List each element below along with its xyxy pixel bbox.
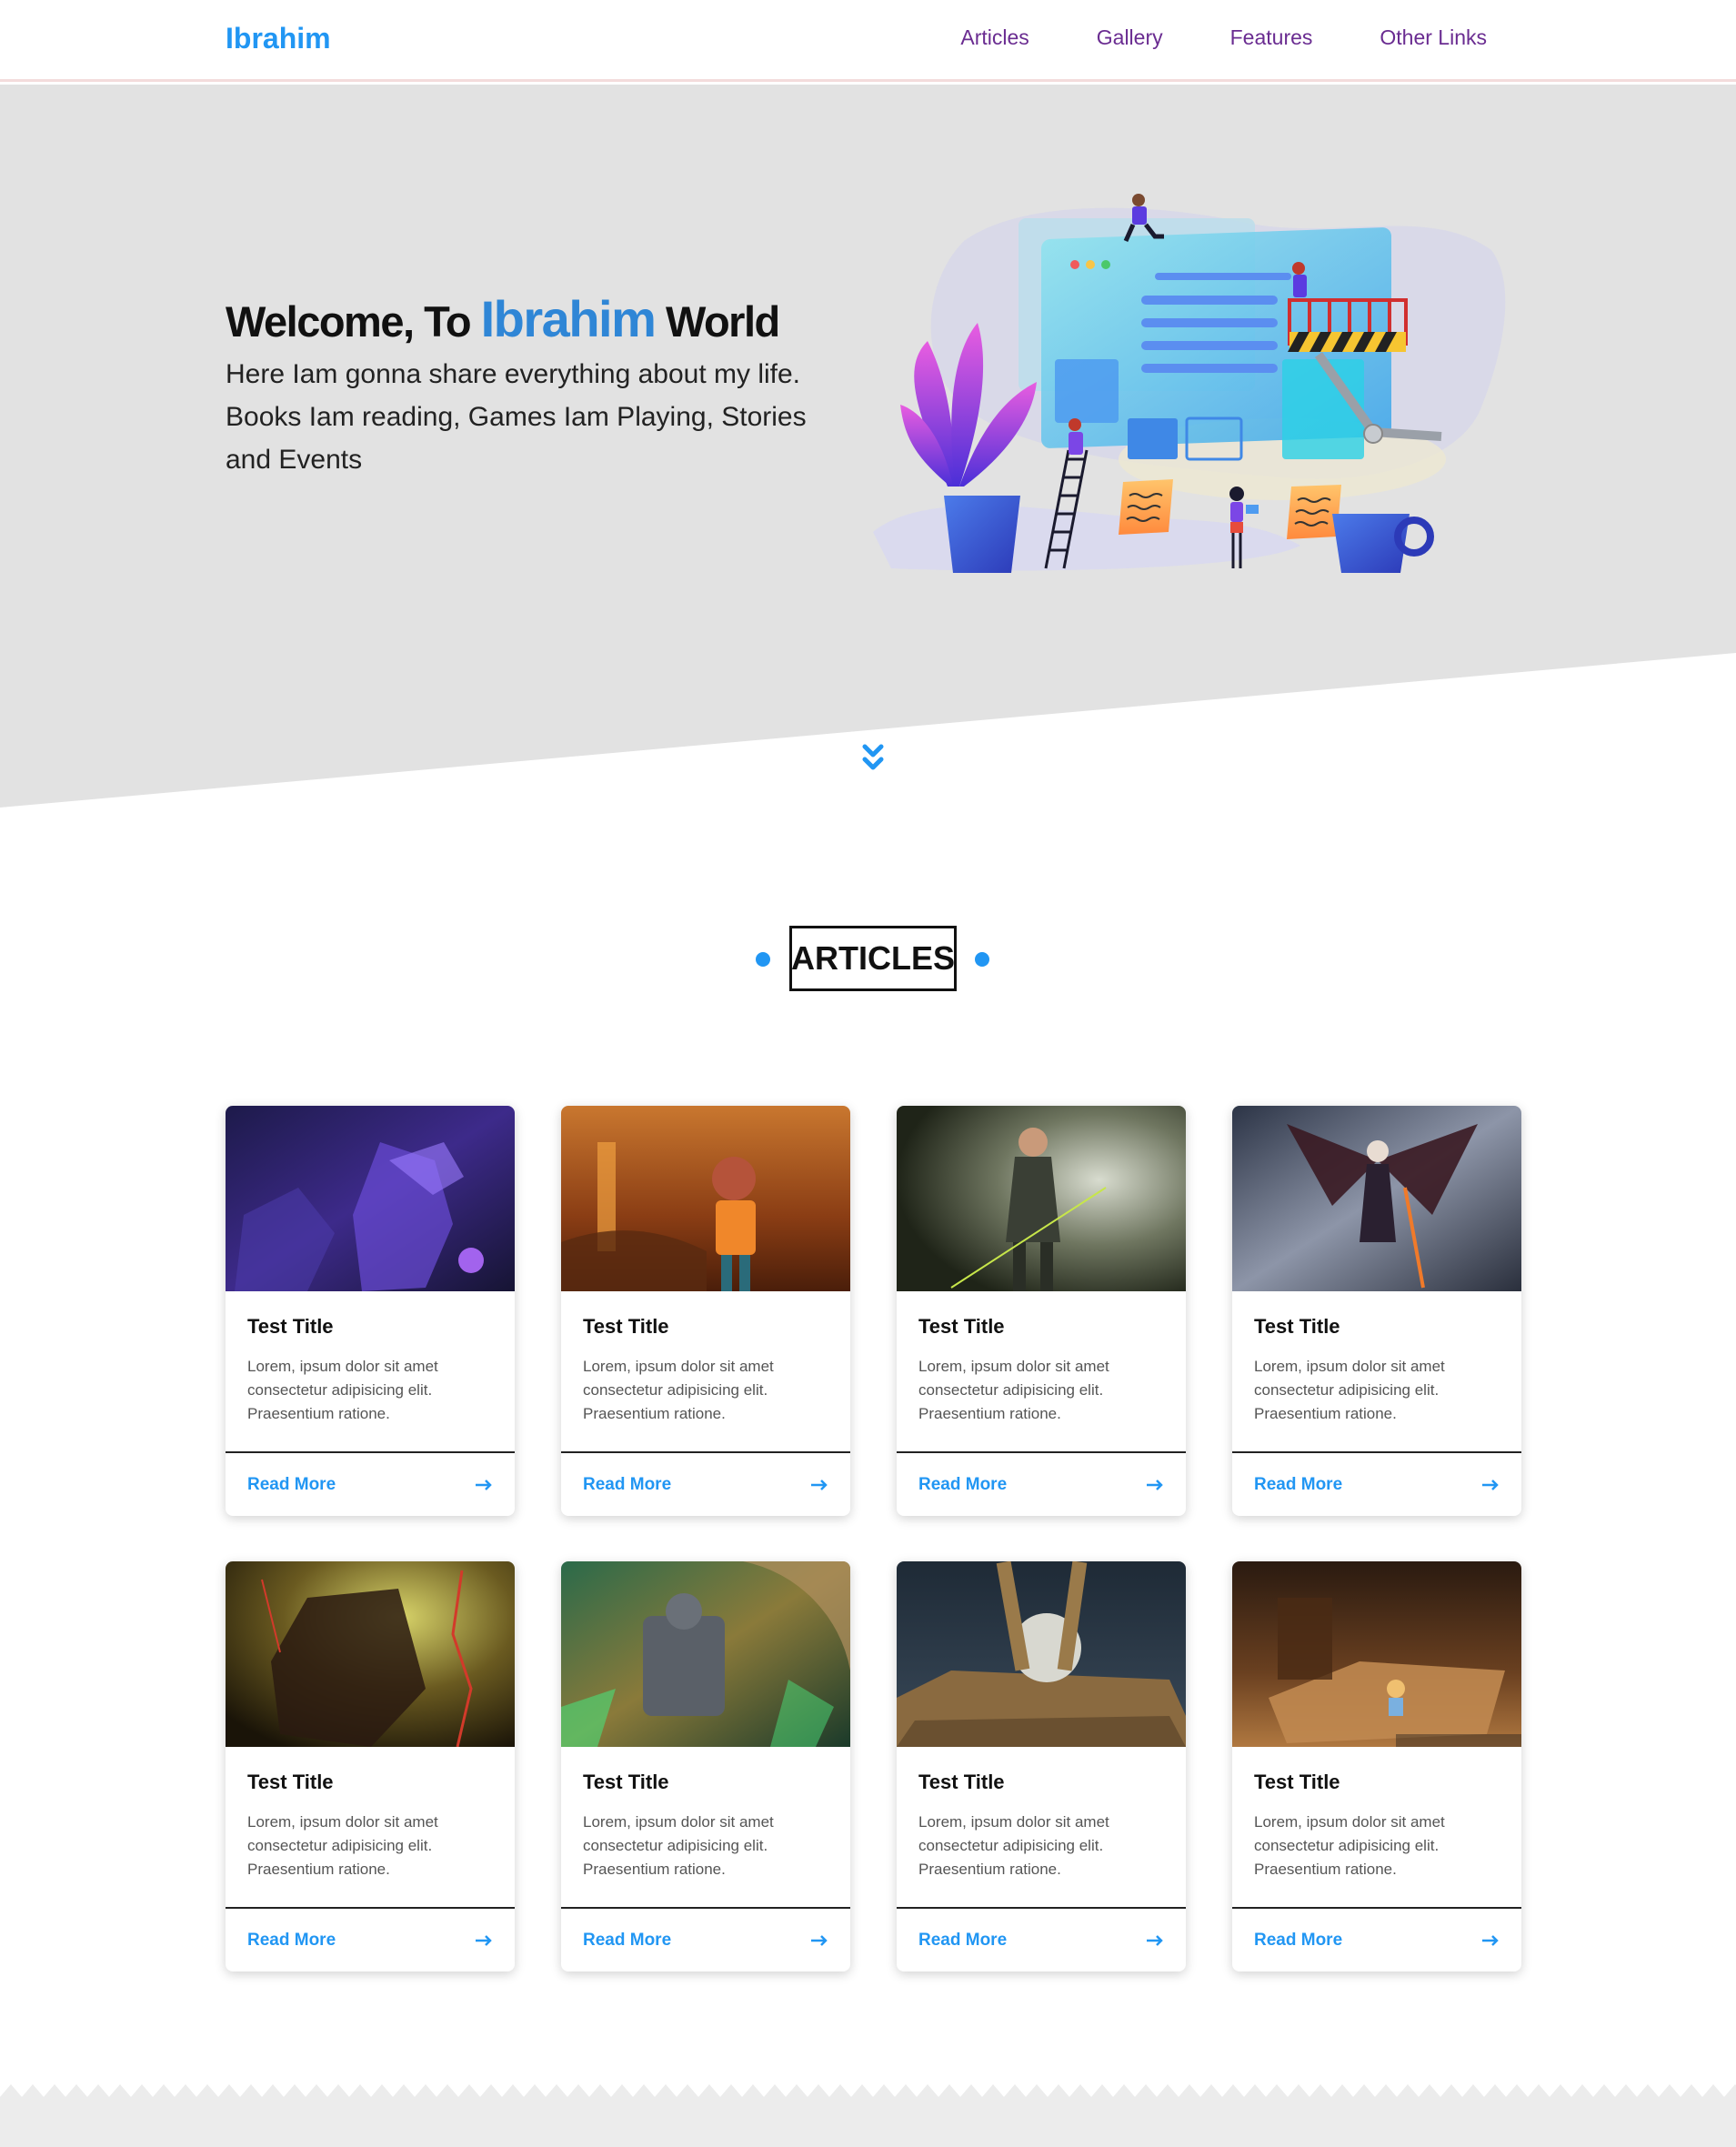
article-footer: Read More (1232, 1453, 1521, 1516)
article-card: Test Title Lorem, ipsum dolor sit amet c… (226, 1561, 515, 1971)
article-footer: Read More (897, 1453, 1186, 1516)
hero-description: Here Iam gonna share everything about my… (226, 359, 807, 475)
hero-title: Welcome, To Ibrahim World (226, 289, 780, 348)
article-footer: Read More (226, 1453, 515, 1516)
article-body: Test Title Lorem, ipsum dolor sit amet c… (226, 1291, 515, 1453)
article-footer: Read More (1232, 1909, 1521, 1971)
article-title: Test Title (247, 1771, 334, 1793)
article-image (226, 1106, 515, 1291)
arrow-right-icon[interactable] (810, 1479, 828, 1491)
read-more-link[interactable]: Read More (918, 1475, 1007, 1495)
article-image (897, 1561, 1186, 1747)
article-image (226, 1561, 515, 1747)
article-title: Test Title (247, 1315, 334, 1338)
heading-dot-left (756, 952, 770, 967)
article-description: Lorem, ipsum dolor sit amet consectetur … (247, 1813, 438, 1878)
arrow-right-icon[interactable] (1481, 1934, 1500, 1947)
site-logo[interactable]: Ibrahim (226, 22, 331, 55)
article-footer: Read More (561, 1909, 850, 1971)
read-more-link[interactable]: Read More (1254, 1475, 1342, 1495)
article-card: Test Title Lorem, ipsum dolor sit amet c… (897, 1561, 1186, 1971)
article-card: Test Title Lorem, ipsum dolor sit amet c… (561, 1561, 850, 1971)
hero-illustration (873, 194, 1506, 573)
article-body: Test Title Lorem, ipsum dolor sit amet c… (226, 1747, 515, 1909)
read-more-link[interactable]: Read More (1254, 1931, 1342, 1951)
article-description: Lorem, ipsum dolor sit amet consectetur … (1254, 1358, 1445, 1422)
article-card: Test Title Lorem, ipsum dolor sit amet c… (897, 1106, 1186, 1516)
main-nav: Articles Gallery Features Other Links (960, 25, 1487, 50)
arrow-right-icon[interactable] (810, 1934, 828, 1947)
hero-title-suffix: World (665, 297, 780, 346)
article-title: Test Title (583, 1771, 669, 1793)
article-description: Lorem, ipsum dolor sit amet consectetur … (583, 1813, 774, 1878)
article-image (1232, 1561, 1521, 1747)
footer-zigzag-band (0, 2082, 1736, 2147)
article-title: Test Title (918, 1315, 1005, 1338)
hero-title-prefix: Welcome, To (226, 297, 472, 346)
article-image (561, 1561, 850, 1747)
article-card: Test Title Lorem, ipsum dolor sit amet c… (1232, 1561, 1521, 1971)
article-description: Lorem, ipsum dolor sit amet consectetur … (918, 1358, 1109, 1422)
nav-link-features[interactable]: Features (1230, 25, 1313, 50)
articles-heading-wrap: ARTICLES (0, 926, 1736, 991)
site-header: Ibrahim Articles Gallery Features Other … (0, 0, 1736, 82)
article-card: Test Title Lorem, ipsum dolor sit amet c… (561, 1106, 850, 1516)
articles-heading: ARTICLES (789, 926, 957, 991)
article-title: Test Title (583, 1315, 669, 1338)
article-body: Test Title Lorem, ipsum dolor sit amet c… (1232, 1747, 1521, 1909)
read-more-link[interactable]: Read More (918, 1931, 1007, 1951)
read-more-link[interactable]: Read More (583, 1475, 671, 1495)
article-description: Lorem, ipsum dolor sit amet consectetur … (583, 1358, 774, 1422)
arrow-right-icon[interactable] (475, 1479, 493, 1491)
nav-link-other-links[interactable]: Other Links (1380, 25, 1487, 50)
article-description: Lorem, ipsum dolor sit amet consectetur … (918, 1813, 1109, 1878)
hero-title-brand: Ibrahim (480, 290, 657, 347)
article-body: Test Title Lorem, ipsum dolor sit amet c… (561, 1747, 850, 1909)
article-footer: Read More (226, 1909, 515, 1971)
nav-link-articles[interactable]: Articles (960, 25, 1029, 50)
heading-dot-right (975, 952, 989, 967)
article-title: Test Title (1254, 1315, 1340, 1338)
article-body: Test Title Lorem, ipsum dolor sit amet c… (897, 1291, 1186, 1453)
double-chevron-down-icon[interactable] (857, 743, 889, 776)
article-image (897, 1106, 1186, 1291)
article-card: Test Title Lorem, ipsum dolor sit amet c… (226, 1106, 515, 1516)
article-footer: Read More (561, 1453, 850, 1516)
article-title: Test Title (918, 1771, 1005, 1793)
article-title: Test Title (1254, 1771, 1340, 1793)
article-card: Test Title Lorem, ipsum dolor sit amet c… (1232, 1106, 1521, 1516)
nav-link-gallery[interactable]: Gallery (1097, 25, 1163, 50)
articles-grid: Test Title Lorem, ipsum dolor sit amet c… (226, 1106, 1522, 1971)
article-body: Test Title Lorem, ipsum dolor sit amet c… (897, 1747, 1186, 1909)
article-description: Lorem, ipsum dolor sit amet consectetur … (1254, 1813, 1445, 1878)
read-more-link[interactable]: Read More (247, 1475, 336, 1495)
arrow-right-icon[interactable] (1146, 1934, 1164, 1947)
arrow-right-icon[interactable] (1146, 1479, 1164, 1491)
article-image (1232, 1106, 1521, 1291)
article-image (561, 1106, 850, 1291)
arrow-right-icon[interactable] (475, 1934, 493, 1947)
article-description: Lorem, ipsum dolor sit amet consectetur … (247, 1358, 438, 1422)
article-body: Test Title Lorem, ipsum dolor sit amet c… (561, 1291, 850, 1453)
article-footer: Read More (897, 1909, 1186, 1971)
read-more-link[interactable]: Read More (583, 1931, 671, 1951)
article-body: Test Title Lorem, ipsum dolor sit amet c… (1232, 1291, 1521, 1453)
arrow-right-icon[interactable] (1481, 1479, 1500, 1491)
read-more-link[interactable]: Read More (247, 1931, 336, 1951)
